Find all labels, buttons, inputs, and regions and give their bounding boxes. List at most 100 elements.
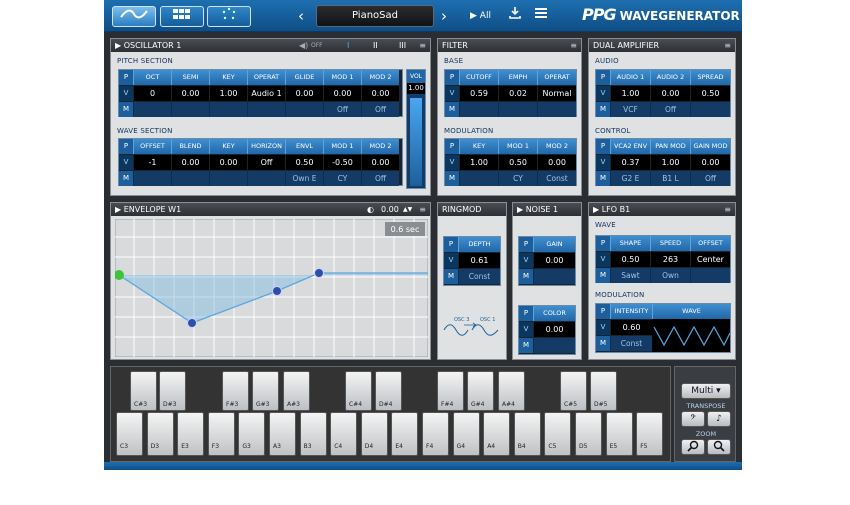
- param-mod[interactable]: [537, 102, 576, 117]
- piano-key-white[interactable]: G3: [238, 412, 266, 456]
- param-value[interactable]: -1: [133, 155, 171, 170]
- piano-key-white[interactable]: E4: [391, 412, 419, 456]
- hamburger-icon[interactable]: ≡: [724, 203, 731, 216]
- piano-key-black[interactable]: D#4: [375, 371, 402, 411]
- filter-all-button[interactable]: ▶ All: [470, 6, 491, 26]
- osc-mode-1-button[interactable]: I: [347, 39, 349, 52]
- color-mod[interactable]: [533, 338, 575, 353]
- param-value[interactable]: 0.50: [498, 155, 537, 170]
- param-mod[interactable]: [209, 171, 247, 186]
- piano-key-white[interactable]: E3: [177, 412, 205, 456]
- param-value[interactable]: 1.00: [650, 155, 690, 170]
- hamburger-icon[interactable]: ≡: [419, 203, 426, 216]
- piano-key-black[interactable]: F#3: [222, 371, 249, 411]
- piano-key-white[interactable]: C3: [116, 412, 143, 456]
- param-value[interactable]: Audio 1: [247, 86, 285, 101]
- piano-key-black[interactable]: C#4: [345, 371, 372, 411]
- zoom-out-button[interactable]: [681, 439, 705, 455]
- param-mod[interactable]: [690, 268, 730, 283]
- hamburger-icon[interactable]: ≡: [724, 39, 731, 52]
- param-value[interactable]: 0.59: [459, 86, 498, 101]
- save-button[interactable]: [508, 6, 522, 26]
- param-mod[interactable]: CY: [498, 171, 537, 186]
- piano-key-black[interactable]: D#5: [590, 371, 617, 411]
- param-value[interactable]: 0.50: [285, 155, 323, 170]
- circle-view-button[interactable]: [207, 6, 251, 27]
- param-mod[interactable]: [133, 171, 171, 186]
- gain-mod[interactable]: [533, 269, 575, 284]
- piano-key-black[interactable]: D#3: [159, 371, 186, 411]
- speaker-icon[interactable]: ◀): [299, 39, 308, 52]
- piano-key-white[interactable]: E5: [605, 412, 633, 456]
- param-value[interactable]: 263: [650, 252, 690, 267]
- param-mod[interactable]: [133, 102, 171, 117]
- wave-view-button[interactable]: [112, 6, 156, 27]
- param-value[interactable]: Center: [690, 252, 730, 267]
- gain-value[interactable]: 0.00: [533, 253, 575, 268]
- param-value[interactable]: 0.02: [498, 86, 537, 101]
- envelope-graph[interactable]: 0.6 sec: [115, 219, 428, 357]
- param-mod[interactable]: [285, 102, 323, 117]
- param-mod[interactable]: [209, 102, 247, 117]
- param-mod[interactable]: [247, 171, 285, 186]
- envelope-point-3[interactable]: [314, 268, 324, 278]
- param-value[interactable]: 0.50: [690, 86, 730, 101]
- param-value[interactable]: 0.00: [650, 86, 690, 101]
- piano-key-white[interactable]: C4: [330, 412, 358, 456]
- depth-value[interactable]: 0.61: [458, 253, 500, 268]
- transpose-down-button[interactable]: 𝄢: [681, 411, 705, 427]
- envelope-knob-icon[interactable]: ◐: [367, 203, 374, 216]
- piano-key-white[interactable]: A3: [269, 412, 296, 456]
- param-value[interactable]: 0.00: [361, 86, 399, 101]
- param-value[interactable]: 0.37: [610, 155, 650, 170]
- depth-mod[interactable]: Const: [458, 269, 500, 284]
- param-mod[interactable]: Own: [650, 268, 690, 283]
- piano-key-white[interactable]: G4: [452, 412, 480, 456]
- param-mod[interactable]: G2 E: [610, 171, 650, 186]
- param-mod[interactable]: Off: [690, 171, 730, 186]
- piano-key-black[interactable]: A#4: [498, 371, 525, 411]
- piano-key-white[interactable]: F5: [636, 412, 664, 456]
- param-value[interactable]: 0.00: [209, 155, 247, 170]
- param-mod[interactable]: VCF: [610, 102, 650, 117]
- hamburger-icon[interactable]: ≡: [570, 39, 577, 52]
- param-mod[interactable]: B1 L: [650, 171, 690, 186]
- envelope-point-2[interactable]: [272, 286, 282, 296]
- transpose-up-button[interactable]: ♪: [707, 411, 731, 427]
- param-value[interactable]: 0.00: [171, 86, 209, 101]
- hamburger-icon[interactable]: ≡: [419, 39, 426, 52]
- piano-key-black[interactable]: A#3: [283, 371, 310, 411]
- param-mod[interactable]: [498, 102, 537, 117]
- prev-preset-button[interactable]: ‹: [298, 6, 304, 26]
- intensity-value[interactable]: 0.60: [610, 320, 652, 335]
- piano-key-white[interactable]: D4: [360, 412, 388, 456]
- param-mod[interactable]: Own E: [285, 171, 323, 186]
- param-mod[interactable]: [459, 171, 498, 186]
- piano-key-white[interactable]: A4: [483, 412, 511, 456]
- intensity-mod[interactable]: Const: [610, 336, 652, 351]
- param-mod[interactable]: [247, 102, 285, 117]
- param-value[interactable]: 0.00: [323, 86, 361, 101]
- param-mod[interactable]: Const: [537, 171, 576, 186]
- piano-key-white[interactable]: C5: [544, 412, 572, 456]
- param-mod[interactable]: Off: [650, 102, 690, 117]
- param-mod[interactable]: [459, 102, 498, 117]
- piano-key-black[interactable]: G#4: [467, 371, 494, 411]
- param-mod[interactable]: CY: [323, 171, 361, 186]
- param-mod[interactable]: Off: [361, 171, 399, 186]
- piano-key-white[interactable]: D5: [575, 412, 602, 456]
- piano-key-white[interactable]: B4: [513, 412, 541, 456]
- piano-key-black[interactable]: G#3: [252, 371, 279, 411]
- grid-view-button[interactable]: [160, 6, 204, 27]
- piano-key-white[interactable]: F4: [422, 412, 449, 456]
- menu-button[interactable]: [534, 6, 548, 26]
- param-value[interactable]: 0: [133, 86, 171, 101]
- param-mod[interactable]: Off: [361, 102, 399, 117]
- envelope-point-1[interactable]: [187, 318, 197, 328]
- envelope-value[interactable]: 0.00: [381, 203, 399, 216]
- preset-name[interactable]: PianoSad: [316, 5, 434, 27]
- piano-key-white[interactable]: D3: [146, 412, 174, 456]
- volume-slider[interactable]: VOL 1.00: [406, 69, 426, 189]
- piano-key-white[interactable]: B3: [299, 412, 327, 456]
- color-value[interactable]: 0.00: [533, 322, 575, 337]
